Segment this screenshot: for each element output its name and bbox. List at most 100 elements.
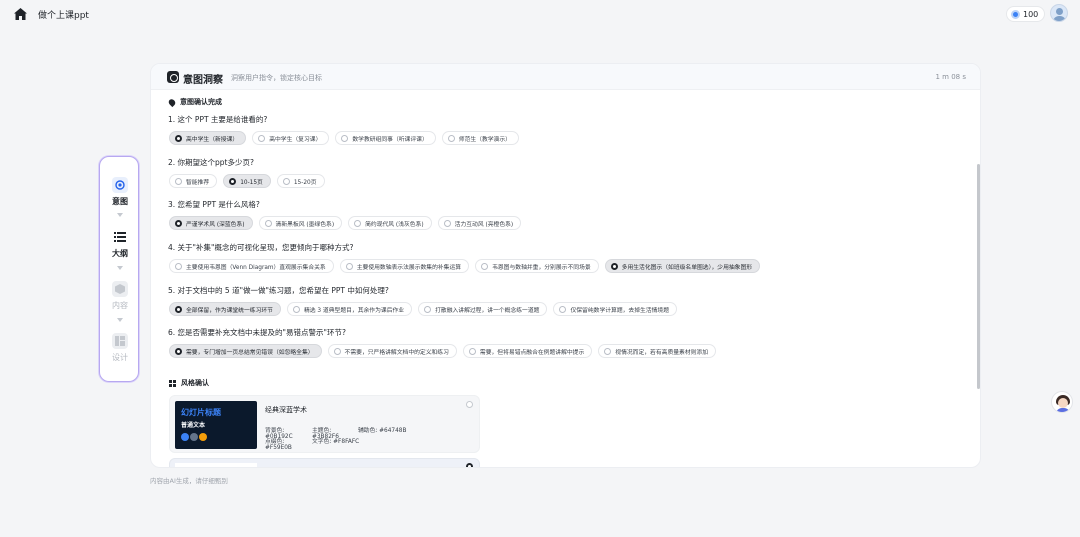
option[interactable]: 15-20页	[276, 174, 325, 188]
option[interactable]: 精选 3 道典型题目，其余作为课后作业	[286, 302, 413, 316]
options-2: 智能推荐 10-15页 15-20页	[169, 174, 325, 188]
option[interactable]: 简约现代风 (浅灰色系)	[348, 216, 432, 230]
radio-icon	[175, 305, 182, 313]
thumbnail-text: 普通文本	[181, 422, 206, 429]
style-section-title: 风格确认	[169, 378, 209, 388]
option[interactable]: 不需要，只严格讲解文档中的定义和练习	[327, 344, 457, 358]
list-icon	[112, 229, 128, 245]
radio-icon	[354, 219, 362, 227]
scrollbar[interactable]	[977, 164, 980, 389]
assistant-avatar[interactable]	[1051, 391, 1073, 413]
step-label: 意图	[112, 197, 128, 206]
radio-icon	[333, 347, 341, 355]
option[interactable]: 活力互动风 (亮橙色系)	[437, 216, 522, 230]
question-5: 5. 对于文档中的 5 道"做一做"练习题，您希望在 PPT 中如何处理?	[168, 286, 389, 295]
radio-icon	[229, 177, 237, 185]
radio-icon	[292, 305, 300, 313]
question-3: 3. 您希望 PPT 是什么风格?	[168, 200, 260, 209]
radio-icon	[559, 305, 567, 313]
step-intent[interactable]: 意图	[100, 177, 140, 207]
option[interactable]: 主要使用数轴表示法展示数集的补集运算	[339, 259, 470, 273]
ai-disclaimer: 内容由AI生成，请仔细甄别	[150, 477, 228, 485]
option[interactable]: 仅保留纯数学计算题，去掉生活情境题	[553, 302, 678, 316]
style-name: 经典深蓝学术	[265, 406, 307, 414]
intent-logo-icon	[167, 71, 179, 83]
radio-icon	[443, 219, 451, 227]
radio-icon	[345, 262, 353, 270]
option[interactable]: 多用生活化图示（如班级名单圈选），少用抽象图形	[604, 259, 761, 273]
option[interactable]: 韦恩图与数轴并重，分别展示不同场景	[475, 259, 599, 273]
radio-icon	[258, 134, 266, 142]
color-row-2: 点缀色: #F59E0B 文字色: #F8FAFC	[265, 439, 360, 451]
option[interactable]: 师范生（教学演示）	[441, 131, 519, 145]
question-4: 4. 关于"补集"概念的可视化呈现，您更倾向于哪种方式?	[168, 243, 354, 252]
credits-badge[interactable]: 100	[1006, 6, 1046, 22]
step-design[interactable]: 设计	[100, 333, 140, 363]
radio-icon	[264, 219, 272, 227]
style-thumbnail	[175, 463, 257, 467]
step-label: 大纲	[112, 249, 128, 258]
workflow-stepper: 意图 大纲 内容 设计	[99, 156, 139, 382]
options-4: 主要使用韦恩图（Venn Diagram）直观展示集合关系 主要使用数轴表示法展…	[169, 259, 761, 273]
card-title: 意图洞察	[183, 75, 223, 86]
color-dot	[190, 433, 198, 441]
options-1: 高中学生（新授课） 高中学生（复习课） 数学教研组同事（听课评课） 师范生（教学…	[169, 131, 519, 145]
thumbnail-title: 幻灯片标题	[181, 408, 221, 417]
cube-icon	[112, 281, 128, 297]
radio-icon	[175, 347, 182, 355]
option[interactable]: 视情况而定，若有高质量素材则添加	[598, 344, 717, 358]
option[interactable]: 清新黑板风 (墨绿色系)	[258, 216, 343, 230]
project-title: 做个上课ppt	[38, 11, 89, 21]
step-arrow	[117, 213, 123, 217]
elapsed-time: 1 m 08 s	[935, 73, 966, 81]
home-icon[interactable]	[14, 8, 27, 20]
radio-icon	[610, 262, 618, 270]
radio-icon	[424, 305, 432, 313]
radio-icon	[447, 134, 455, 142]
option[interactable]: 主要使用韦恩图（Venn Diagram）直观展示集合关系	[169, 259, 334, 273]
user-avatar[interactable]	[1050, 4, 1068, 22]
style-radio[interactable]	[466, 401, 473, 408]
color-dot	[181, 433, 189, 441]
option[interactable]: 严谨学术风 (深蓝色系)	[169, 216, 253, 230]
layout-icon	[112, 333, 128, 349]
style-option-card[interactable]	[169, 458, 480, 467]
step-outline[interactable]: 大纲	[100, 229, 140, 259]
step-label: 内容	[112, 301, 128, 310]
style-option-card[interactable]: 幻灯片标题 普通文本 经典深蓝学术 背景色: #0B192C 主题色: #3B8…	[169, 395, 480, 453]
step-content[interactable]: 内容	[100, 281, 140, 311]
pin-icon	[167, 97, 177, 107]
options-3: 严谨学术风 (深蓝色系) 清新黑板风 (墨绿色系) 简约现代风 (浅灰色系) 活…	[169, 216, 522, 230]
option[interactable]: 高中学生（新授课）	[169, 131, 247, 145]
credits-count: 100	[1023, 9, 1039, 19]
step-arrow	[117, 266, 123, 270]
intent-section-title: 意图确认完成	[167, 97, 222, 107]
option[interactable]: 10-15页	[223, 174, 271, 188]
coin-icon	[1011, 9, 1020, 19]
radio-icon	[604, 347, 612, 355]
radio-icon	[175, 219, 182, 227]
grid-icon	[169, 379, 176, 387]
step-arrow	[117, 318, 123, 322]
question-2: 2. 你期望这个ppt多少页?	[168, 158, 254, 167]
option[interactable]: 打散融入讲解过程，讲一个概念练一道题	[418, 302, 548, 316]
card-header: 意图洞察 洞察用户指令，锁定核心目标 1 m 08 s	[151, 64, 980, 90]
option[interactable]: 全部保留，作为课堂统一练习环节	[169, 302, 281, 316]
radio-icon	[175, 262, 182, 270]
radio-icon	[341, 134, 349, 142]
options-6: 需要，专门增加一页总结常见错误（如忽略全集） 不需要，只严格讲解文档中的定义和练…	[169, 344, 717, 358]
option[interactable]: 需要，专门增加一页总结常见错误（如忽略全集）	[169, 344, 322, 358]
radio-icon	[282, 177, 290, 185]
options-5: 全部保留，作为课堂统一练习环节 精选 3 道典型题目，其余作为课后作业 打散融入…	[169, 302, 678, 316]
intent-card: 意图洞察 洞察用户指令，锁定核心目标 1 m 08 s 意图确认完成 1. 这个…	[150, 63, 981, 468]
radio-icon	[175, 177, 182, 185]
option[interactable]: 智能推荐	[169, 174, 218, 188]
target-icon	[112, 177, 128, 193]
radio-icon	[468, 347, 476, 355]
style-radio[interactable]	[466, 463, 473, 467]
question-6: 6. 您是否需要补充文档中未提及的"易错点警示"环节?	[168, 328, 346, 337]
style-thumbnail: 幻灯片标题 普通文本	[175, 401, 257, 449]
option[interactable]: 需要，但将易错点融合在例题讲解中提示	[462, 344, 593, 358]
option[interactable]: 高中学生（复习课）	[252, 131, 330, 145]
option[interactable]: 数学教研组同事（听课评课）	[335, 131, 436, 145]
